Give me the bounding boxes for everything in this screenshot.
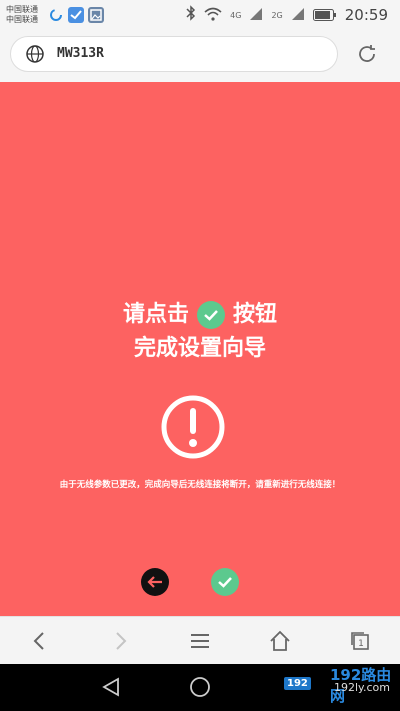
watermark-logo: 192路由网 192 192ly.com	[282, 666, 398, 707]
battery-icon	[312, 6, 337, 25]
status-bar: 中国联通 中国联通 4G 2G 20:59	[0, 0, 400, 30]
watermark-url: 192ly.com	[334, 681, 390, 694]
setup-wizard-panel: 请点击 按钮 完成设置向导 由于无线参数已更改，完成向导后无线连接将断开，请重新进…	[0, 82, 400, 616]
home-icon[interactable]	[268, 629, 292, 653]
browser-toolbar: 1	[0, 616, 400, 664]
finish-button[interactable]	[211, 568, 239, 596]
globe-icon	[25, 44, 45, 68]
warning-icon	[160, 394, 226, 464]
signal-icon-2	[291, 6, 305, 25]
clock: 20:59	[344, 6, 388, 24]
url-text[interactable]: MW313R	[57, 46, 104, 61]
nav-back-icon[interactable]	[100, 676, 122, 702]
carrier-label-1: 中国联通	[6, 5, 38, 14]
check-icon	[197, 301, 225, 329]
browser-address-area: MW313R	[0, 30, 400, 82]
instruction-before: 请点击	[122, 302, 189, 327]
instruction-after: 按钮	[233, 302, 278, 327]
nav-home-icon[interactable]	[189, 676, 211, 702]
menu-icon[interactable]	[188, 629, 212, 653]
status-indicators: 4G 2G 20:59	[186, 0, 400, 30]
signal-icon-1	[249, 6, 263, 25]
check-icon	[218, 577, 232, 588]
svg-text:1: 1	[358, 639, 364, 649]
carrier-label-2: 中国联通	[6, 15, 38, 24]
arrow-left-icon	[147, 576, 162, 588]
sync-icon	[48, 7, 64, 23]
message-icon	[68, 7, 84, 23]
network-type-2: 2G	[271, 10, 283, 20]
instruction-line-1: 请点击 按钮	[0, 296, 400, 329]
back-nav-icon[interactable]	[28, 629, 52, 653]
bluetooth-icon	[186, 5, 196, 25]
wifi-icon	[204, 6, 222, 25]
network-type-1: 4G	[230, 10, 242, 20]
forward-nav-icon[interactable]	[108, 629, 132, 653]
refresh-icon[interactable]	[355, 42, 379, 70]
instruction-line-2: 完成设置向导	[133, 336, 266, 361]
watermark-badge: 192	[284, 677, 311, 690]
tabs-icon[interactable]: 1	[348, 629, 372, 653]
warning-message: 由于无线参数已更改，完成向导后无线连接将断开，请重新进行无线连接！	[59, 480, 341, 490]
back-button[interactable]	[141, 568, 169, 596]
gallery-icon	[88, 7, 104, 23]
address-bar[interactable]: MW313R	[10, 36, 338, 72]
